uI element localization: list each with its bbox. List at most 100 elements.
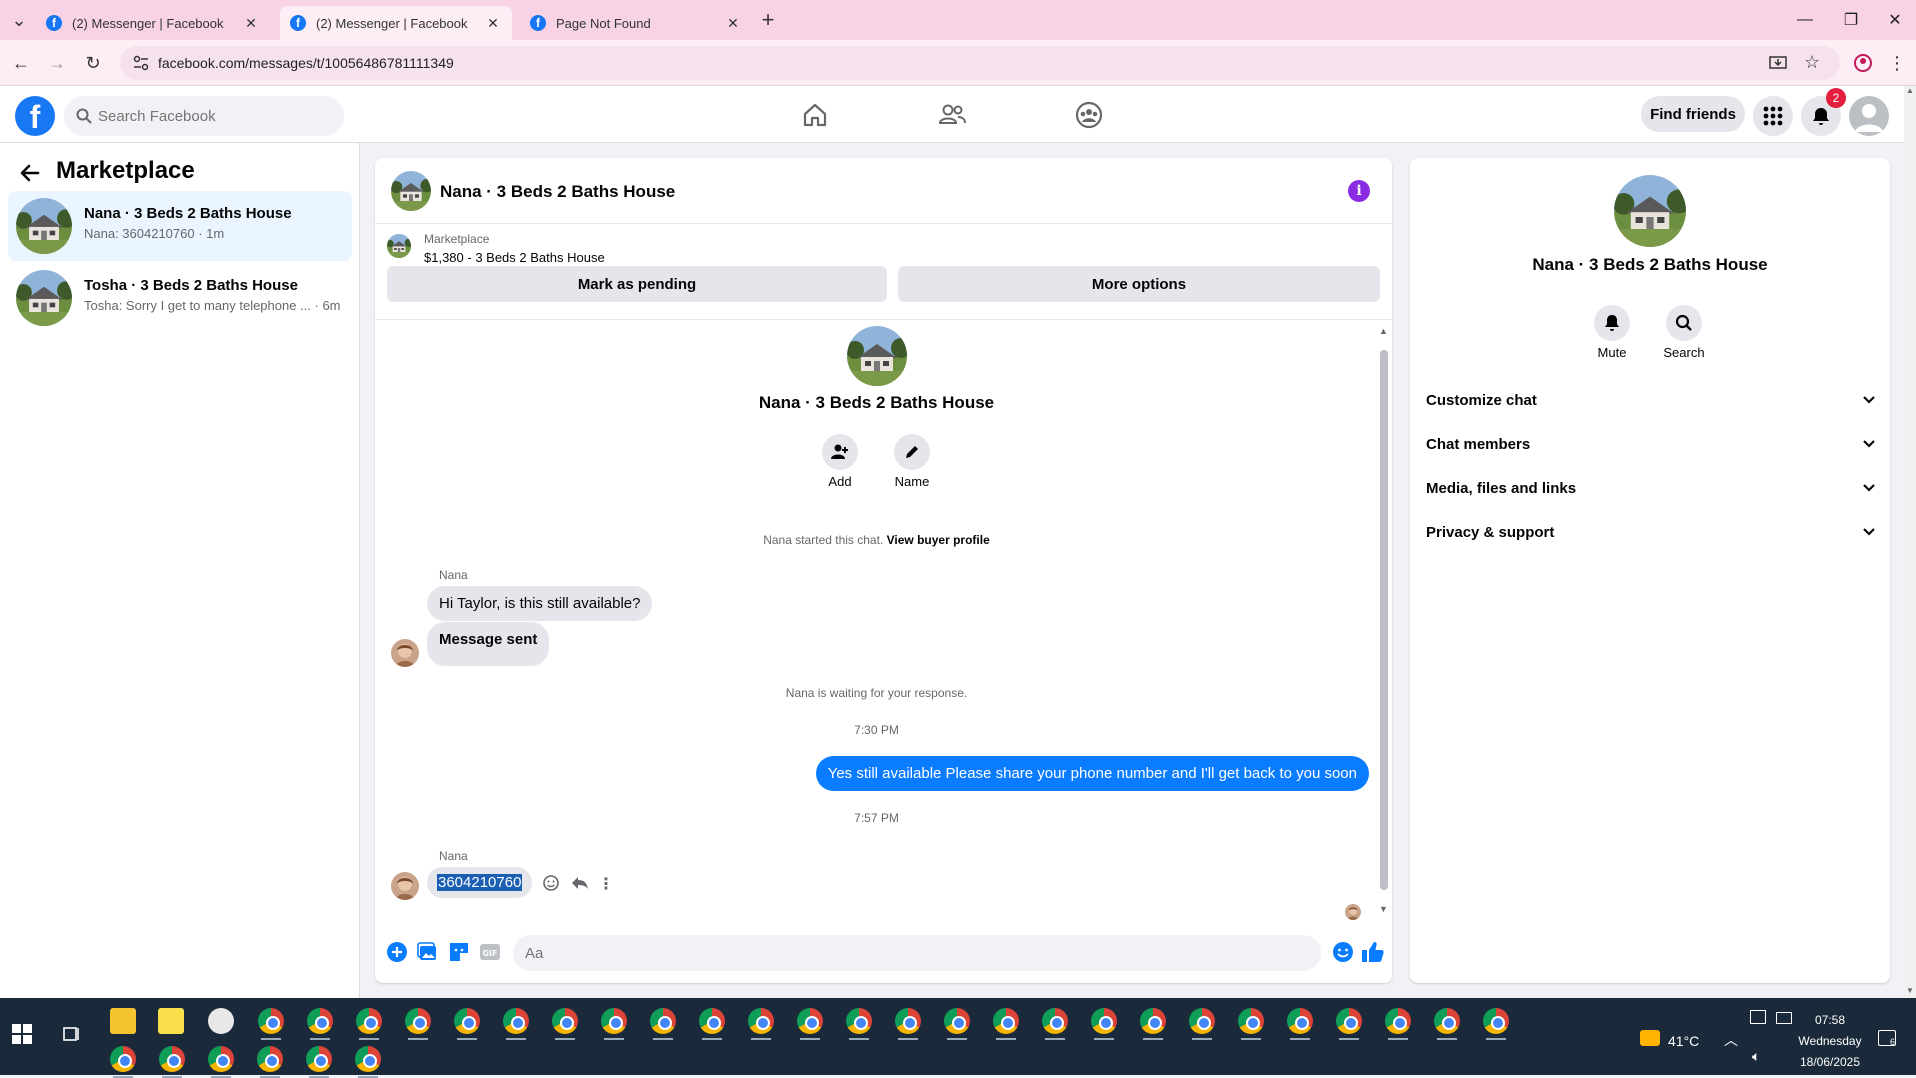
chrome-taskbar-icon[interactable] — [1091, 1008, 1117, 1034]
react-emoji-icon[interactable] — [542, 874, 560, 892]
chrome-taskbar-icon[interactable] — [601, 1008, 627, 1034]
groups-icon[interactable] — [1071, 98, 1107, 132]
chrome-taskbar-icon[interactable] — [1042, 1008, 1068, 1034]
conversation-nana[interactable]: Nana · 3 Beds 2 Baths House Nana: 360421… — [8, 191, 352, 261]
tab-messenger-1[interactable]: f (2) Messenger | Facebook ✕ — [36, 6, 270, 40]
tab-messenger-2[interactable]: f (2) Messenger | Facebook ✕ — [280, 6, 512, 40]
facebook-search[interactable] — [64, 96, 344, 136]
incoming-message[interactable]: Hi Taylor, is this still available? — [427, 586, 653, 621]
info-icon[interactable]: i — [1348, 180, 1370, 202]
message-input[interactable] — [513, 935, 1321, 971]
nana-avatar[interactable] — [391, 639, 419, 667]
chrome-taskbar-icon[interactable] — [454, 1008, 480, 1034]
chrome-taskbar-icon[interactable] — [895, 1008, 921, 1034]
chrome-taskbar-icon[interactable] — [1238, 1008, 1264, 1034]
find-friends-button[interactable]: Find friends — [1641, 96, 1745, 132]
tab-search-chevron-icon[interactable]: ⌄ — [6, 7, 32, 33]
scroll-down-icon[interactable]: ▼ — [1379, 904, 1388, 914]
incoming-phone-message[interactable]: 3604210760 — [427, 867, 533, 898]
chrome-taskbar-icon[interactable] — [503, 1008, 529, 1034]
window-close-button[interactable]: ✕ — [1872, 8, 1916, 32]
chrome-taskbar-icon[interactable] — [1140, 1008, 1166, 1034]
chrome-taskbar-icon[interactable] — [1287, 1008, 1313, 1034]
chrome-taskbar-icon[interactable] — [993, 1008, 1019, 1034]
close-icon[interactable]: ✕ — [242, 14, 260, 32]
incoming-message-sent[interactable]: Message sent — [427, 622, 550, 666]
chrome-taskbar-icon[interactable] — [552, 1008, 578, 1034]
chrome-taskbar-icon[interactable] — [257, 1046, 283, 1072]
plus-circle-icon[interactable] — [385, 940, 409, 964]
listing-price[interactable]: $1,380 - 3 Beds 2 Baths House — [424, 250, 605, 265]
scroll-up-icon[interactable]: ▲ — [1906, 86, 1914, 95]
outgoing-message[interactable]: Yes still available Please share your ph… — [815, 756, 1369, 791]
search-icon[interactable] — [1666, 305, 1702, 341]
section-customize-chat[interactable]: Customize chat — [1426, 382, 1876, 418]
scroll-up-icon[interactable]: ▲ — [1379, 326, 1388, 336]
clock[interactable]: 07:58 Wednesday 18/06/2025 — [1790, 1010, 1870, 1073]
chrome-taskbar-icon[interactable] — [356, 1008, 382, 1034]
chrome-taskbar-icon[interactable] — [110, 1046, 136, 1072]
conversation-tosha[interactable]: Tosha · 3 Beds 2 Baths House Tosha: Sorr… — [8, 263, 352, 333]
chrome-taskbar-icon[interactable] — [306, 1046, 332, 1072]
chrome-taskbar-icon[interactable] — [208, 1046, 234, 1072]
chrome-taskbar-icon[interactable] — [258, 1008, 284, 1034]
close-icon[interactable]: ✕ — [484, 14, 502, 32]
more-vertical-icon[interactable]: ⋮ — [598, 874, 614, 894]
task-view-icon[interactable] — [62, 1024, 82, 1044]
close-icon[interactable]: ✕ — [724, 14, 742, 32]
page-scrollbar[interactable]: ▲ ▼ — [1904, 86, 1916, 998]
weather-icon[interactable] — [1640, 1030, 1660, 1046]
back-arrow-icon[interactable] — [18, 161, 42, 185]
chevron-up-icon[interactable]: ︿ — [1724, 1030, 1738, 1050]
back-arrow-icon[interactable]: ← — [8, 50, 34, 76]
meet-icon[interactable] — [1750, 1010, 1766, 1024]
profile-icon[interactable] — [1850, 50, 1876, 76]
view-buyer-profile-link[interactable]: View buyer profile — [887, 533, 990, 547]
chrome-taskbar-icon[interactable] — [1385, 1008, 1411, 1034]
section-media-files-links[interactable]: Media, files and links — [1426, 470, 1876, 506]
section-privacy-support[interactable]: Privacy & support — [1426, 514, 1876, 550]
windows-start-icon[interactable] — [12, 1024, 32, 1044]
chrome-taskbar-icon[interactable] — [1189, 1008, 1215, 1034]
account-avatar[interactable] — [1849, 96, 1889, 136]
url-text[interactable]: facebook.com/messages/t/1005648678111134… — [158, 55, 454, 71]
bookmark-star-icon[interactable]: ☆ — [1804, 52, 1820, 73]
site-settings-icon[interactable] — [132, 54, 150, 72]
chrome-taskbar-icon[interactable] — [797, 1008, 823, 1034]
chrome-taskbar-icon[interactable] — [355, 1046, 381, 1072]
house-thumbnail[interactable] — [391, 171, 431, 211]
sticker-icon[interactable] — [447, 940, 471, 964]
section-chat-members[interactable]: Chat members — [1426, 426, 1876, 462]
chrome-taskbar-icon[interactable] — [1434, 1008, 1460, 1034]
listing-thumbnail[interactable] — [387, 234, 411, 258]
tab-page-not-found[interactable]: f Page Not Found ✕ — [520, 6, 752, 40]
install-app-icon[interactable] — [1769, 54, 1787, 72]
scroll-thumb[interactable] — [1380, 350, 1388, 890]
mark-as-pending-button[interactable]: Mark as pending — [387, 266, 887, 302]
chrome-taskbar-icon[interactable] — [699, 1008, 725, 1034]
search-input[interactable] — [98, 96, 333, 136]
forward-arrow-icon[interactable]: → — [44, 50, 70, 76]
chrome-taskbar-icon[interactable] — [405, 1008, 431, 1034]
notification-center-icon[interactable]: 6 — [1878, 1030, 1896, 1047]
restore-button[interactable]: ❐ — [1828, 8, 1874, 32]
chrome-taskbar-icon[interactable] — [1483, 1008, 1509, 1034]
facebook-logo[interactable]: f — [15, 96, 55, 136]
edit-name-button[interactable] — [894, 434, 930, 470]
thumbs-up-icon[interactable] — [1361, 940, 1385, 964]
nana-avatar[interactable] — [391, 872, 419, 900]
chrome-taskbar-icon[interactable] — [846, 1008, 872, 1034]
chrome-taskbar-icon[interactable] — [748, 1008, 774, 1034]
weather-temperature[interactable]: 41°C — [1668, 1033, 1699, 1049]
chrome-taskbar-icon[interactable] — [1336, 1008, 1362, 1034]
omnibox[interactable]: facebook.com/messages/t/1005648678111134… — [120, 46, 1840, 80]
chrome-taskbar-icon[interactable] — [650, 1008, 676, 1034]
scroll-down-icon[interactable]: ▼ — [1906, 986, 1914, 995]
chat-title[interactable]: Nana · 3 Beds 2 Baths House — [440, 182, 675, 202]
gif-icon[interactable]: GIF — [478, 940, 502, 964]
chrome-taskbar-icon[interactable] — [159, 1046, 185, 1072]
add-person-button[interactable] — [822, 434, 858, 470]
friends-icon[interactable] — [934, 98, 970, 132]
chat-scrollbar[interactable]: ▲ ▼ — [1376, 326, 1390, 916]
chrome-taskbar-icon[interactable] — [307, 1008, 333, 1034]
